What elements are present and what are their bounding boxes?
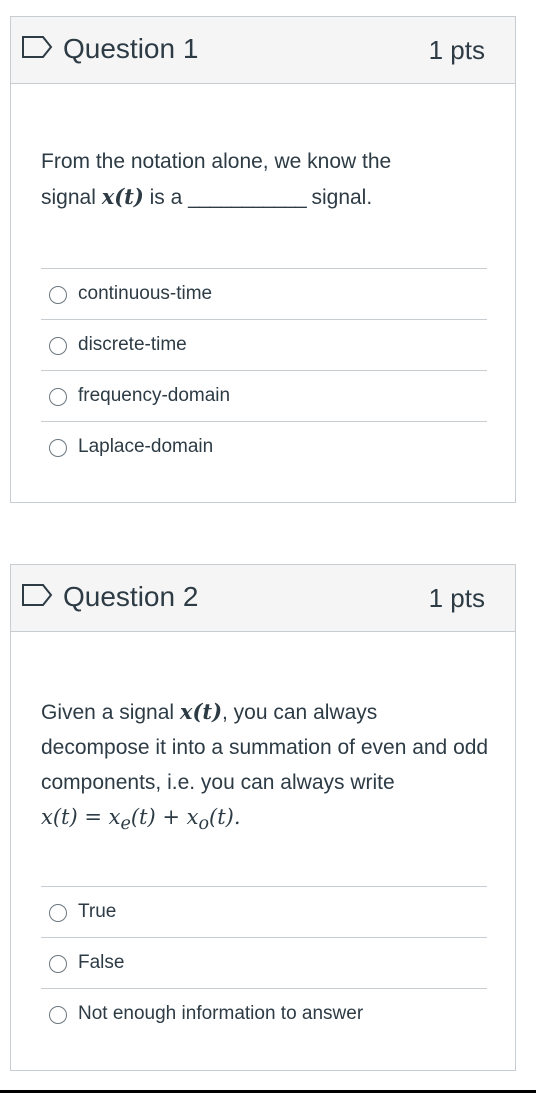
question-1-card: Question 1 1 pts From the notation alone…	[10, 16, 516, 503]
question-prompt: From the notation alone, we know the sig…	[41, 144, 491, 215]
answer-label[interactable]: frequency-domain	[78, 385, 230, 407]
radio-icon[interactable]	[49, 439, 67, 457]
equation-subscript-o: o	[198, 814, 209, 835]
answer-label[interactable]: discrete-time	[78, 334, 187, 356]
equation-lhs: x(t) = x	[41, 805, 121, 829]
question-header: Question 2 1 pts	[11, 565, 515, 632]
answer-label[interactable]: Not enough information to answer	[78, 1003, 363, 1025]
prompt-text: signal	[41, 186, 102, 209]
flag-icon[interactable]	[21, 35, 53, 59]
prompt-text: From the notation alone, we know the	[41, 150, 392, 173]
answer-label[interactable]: continuous-time	[78, 283, 212, 305]
prompt-text: signal.	[305, 186, 373, 209]
question-header: Question 1 1 pts	[11, 17, 515, 84]
question-prompt: Given a signal x(t), you can always deco…	[41, 694, 491, 842]
answer-list: True False Not enough information to ans…	[41, 886, 487, 1039]
question-title: Question 1	[63, 33, 199, 64]
radio-icon[interactable]	[49, 337, 67, 355]
flag-icon[interactable]	[21, 583, 53, 607]
answer-option[interactable]: True	[41, 886, 487, 937]
math-expression: x(t)	[101, 184, 144, 209]
equation-subscript-e: e	[120, 814, 131, 835]
answer-option[interactable]: frequency-domain	[41, 370, 487, 421]
answer-list: continuous-time discrete-time frequency-…	[41, 268, 487, 472]
equation-mid: (t) + x	[130, 805, 199, 829]
question-2-card: Question 2 1 pts Given a signal x(t), yo…	[10, 564, 516, 1071]
radio-icon[interactable]	[49, 286, 67, 304]
radio-icon[interactable]	[49, 904, 67, 922]
answer-label[interactable]: False	[78, 952, 124, 974]
equation: x(t) = xe(t) + xo(t).	[41, 805, 241, 834]
question-points: 1 pts	[428, 583, 485, 613]
answer-option[interactable]: discrete-time	[41, 319, 487, 370]
prompt-text: Given a signal	[41, 701, 180, 724]
equation-end: (t).	[209, 805, 241, 829]
radio-icon[interactable]	[49, 1006, 67, 1024]
answer-option[interactable]: Not enough information to answer	[41, 988, 487, 1039]
answer-option[interactable]: continuous-time	[41, 268, 487, 319]
question-title: Question 2	[63, 581, 199, 612]
answer-option[interactable]: False	[41, 937, 487, 988]
fill-in-blank: ___________	[188, 186, 306, 209]
radio-icon[interactable]	[49, 388, 67, 406]
answer-option[interactable]: Laplace-domain	[41, 421, 487, 472]
prompt-text: is a	[143, 186, 189, 209]
radio-icon[interactable]	[49, 955, 67, 973]
answer-label[interactable]: True	[78, 901, 116, 923]
answer-label[interactable]: Laplace-domain	[78, 436, 213, 458]
question-points: 1 pts	[428, 35, 485, 65]
math-expression: x(t)	[179, 699, 223, 724]
